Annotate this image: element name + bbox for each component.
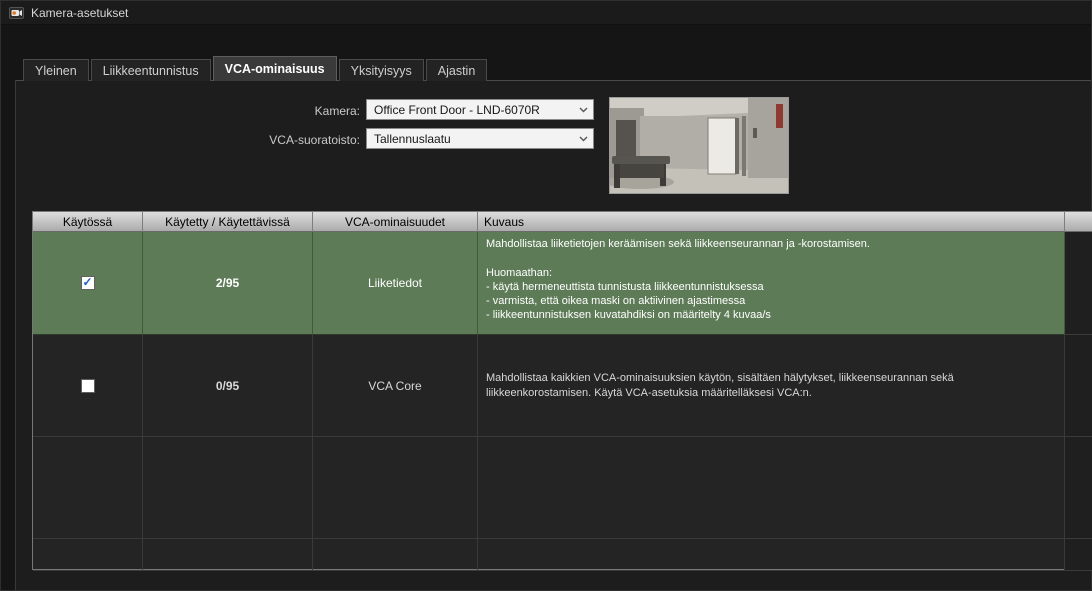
empty-cell xyxy=(33,539,143,571)
table-row-cell[interactable]: ✓ xyxy=(33,335,143,437)
tab-yleinen[interactable]: Yleinen xyxy=(23,59,89,81)
titlebar: Kamera-asetukset xyxy=(1,1,1091,25)
camera-preview-image xyxy=(609,97,789,194)
used-available-value[interactable]: 2/95 xyxy=(143,232,313,335)
feature-description[interactable]: Mahdollistaa kaikkien VCA-ominaisuuksien… xyxy=(478,335,1065,437)
vca-stream-label: VCA-suoratoisto: xyxy=(142,133,360,147)
tab-ajastin[interactable]: Ajastin xyxy=(426,59,488,81)
feature-name[interactable]: VCA Core xyxy=(313,335,478,437)
feature-description[interactable]: Mahdollistaa liiketietojen keräämisen se… xyxy=(478,232,1065,335)
check-icon: ✓ xyxy=(82,276,92,288)
header-kaytossa: Käytössä xyxy=(33,212,143,232)
enabled-checkbox[interactable]: ✓ xyxy=(81,276,95,290)
empty-cell xyxy=(1065,437,1092,539)
tab-yksityisyys[interactable]: Yksityisyys xyxy=(339,59,424,81)
empty-cell xyxy=(143,539,313,571)
empty-cell xyxy=(313,539,478,571)
feature-name[interactable]: Liiketiedot xyxy=(313,232,478,335)
window-title: Kamera-asetukset xyxy=(31,6,128,20)
vca-stream-select[interactable]: Tallennuslaatu xyxy=(366,128,594,149)
vca-stream-select-value: Tallennuslaatu xyxy=(374,132,451,146)
empty-cell xyxy=(478,539,1065,571)
empty-cell xyxy=(1065,232,1092,335)
empty-cell xyxy=(313,437,478,539)
settings-panel: Kamera: Office Front Door - LND-6070R VC… xyxy=(15,80,1091,590)
empty-cell xyxy=(33,437,143,539)
header-spacer xyxy=(1065,212,1092,232)
table-row-cell[interactable]: ✓ xyxy=(33,232,143,335)
vca-feature-table: Käytössä Käytetty / Käytettävissä VCA-om… xyxy=(32,211,1092,570)
camera-icon xyxy=(9,5,24,20)
camera-label: Kamera: xyxy=(142,104,360,118)
empty-cell xyxy=(478,437,1065,539)
camera-select[interactable]: Office Front Door - LND-6070R xyxy=(366,99,594,120)
tab-vca-ominaisuus[interactable]: VCA-ominaisuus xyxy=(213,56,337,81)
empty-cell xyxy=(1065,335,1092,437)
camera-select-value: Office Front Door - LND-6070R xyxy=(374,103,540,117)
tab-liikkeentunnistus[interactable]: Liikkeentunnistus xyxy=(91,59,211,81)
header-kuvaus: Kuvaus xyxy=(478,212,1065,232)
used-available-value[interactable]: 0/95 xyxy=(143,335,313,437)
header-vca-ominaisuudet: VCA-ominaisuudet xyxy=(313,212,478,232)
camera-settings-window: Kamera-asetukset Yleinen Liikkeentunnist… xyxy=(0,0,1092,591)
chevron-down-icon xyxy=(579,107,588,113)
header-kaytetty: Käytetty / Käytettävissä xyxy=(143,212,313,232)
empty-cell xyxy=(1065,539,1092,571)
enabled-checkbox[interactable]: ✓ xyxy=(81,379,95,393)
tab-bar: Yleinen Liikkeentunnistus VCA-ominaisuus… xyxy=(23,57,487,81)
empty-cell xyxy=(143,437,313,539)
chevron-down-icon xyxy=(579,136,588,142)
